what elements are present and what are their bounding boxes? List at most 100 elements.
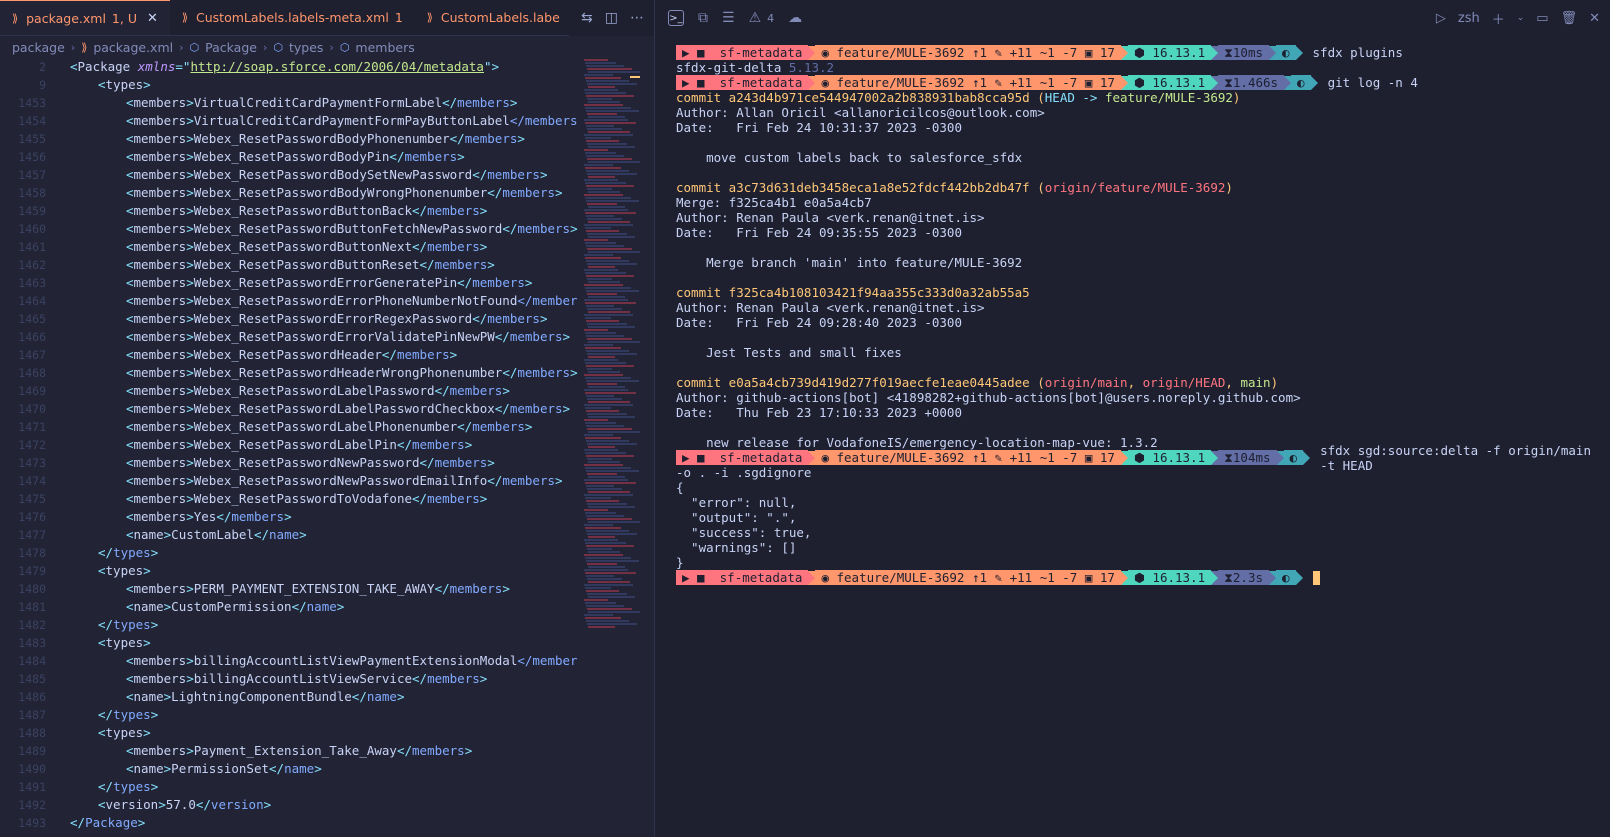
output-icon[interactable]: ⧉ [698, 10, 708, 26]
xml-equals: =" [175, 59, 191, 74]
code-line[interactable]: 1455 <members>Webex_ResetPasswordBodyPhon… [0, 130, 580, 148]
breadcrumb-item[interactable]: Package [205, 40, 257, 55]
code-line[interactable]: 1476 <members>Yes</members> [0, 508, 580, 526]
minimap[interactable] [580, 58, 642, 837]
minimap-line [584, 329, 608, 331]
code-line[interactable]: 1492 <version>57.0</version> [0, 796, 580, 814]
code-line[interactable]: 1473 <members>Webex_ResetPasswordNewPassw… [0, 454, 580, 472]
code-line[interactable]: 1491 </types> [0, 778, 580, 796]
code-line[interactable]: 1474 <members>Webex_ResetPasswordNewPassw… [0, 472, 580, 490]
code-line[interactable]: 1490 <name>PermissionSet</name> [0, 760, 580, 778]
shell-name[interactable]: zsh [1458, 11, 1480, 26]
code-line[interactable]: 1480 <members>PERM_PAYMENT_EXTENSION_TAKE… [0, 580, 580, 598]
code-line[interactable]: 1489 <members>Payment_Extension_Take_Away… [0, 742, 580, 760]
code-line[interactable]: 1468 <members>Webex_ResetPasswordHeaderWr… [0, 364, 580, 382]
line-source: <members>billingAccountListViewService</… [46, 670, 487, 688]
code-lines[interactable]: 2 <Package xmlns="http://soap.sforce.com/… [0, 58, 580, 832]
terminal-text: ) [1225, 180, 1233, 195]
chevron-down-icon[interactable]: ⌄ [1517, 13, 1525, 23]
code-line[interactable]: 1479 <types> [0, 562, 580, 580]
split-editor-icon[interactable]: ◫ [605, 10, 618, 26]
minimap-line [588, 281, 620, 283]
code-line[interactable]: 1484 <members>billingAccountListViewPayme… [0, 652, 580, 670]
code-line[interactable]: 1456 <members>Webex_ResetPasswordBodyPin<… [0, 148, 580, 166]
breadcrumb-item[interactable]: package [12, 40, 65, 55]
split-terminal-icon[interactable]: ▭ [1536, 11, 1548, 26]
line-source: <members>Webex_ResetPasswordBodyPhonenum… [46, 130, 525, 148]
code-line[interactable]: 1463 <members>Webex_ResetPasswordErrorGen… [0, 274, 580, 292]
minimap-line [585, 62, 616, 64]
minimap-line [584, 164, 613, 166]
terminal-output[interactable]: ▶ ■ sf-metadata ◉ feature/MULE-3692 ↑1 ✎ … [676, 45, 1606, 585]
code-line[interactable]: 1478 </types> [0, 544, 580, 562]
minimap-line [588, 476, 625, 478]
code-line[interactable]: 1466 <members>Webex_ResetPasswordErrorVal… [0, 328, 580, 346]
tab-customlabels-truncated[interactable]: ⟫ CustomLabels.labe [415, 0, 572, 35]
terminal-cursor[interactable] [1312, 570, 1320, 585]
compare-changes-icon[interactable]: ⇆ [581, 10, 593, 26]
code-line[interactable]: 1464 <members>Webex_ResetPasswordErrorPho… [0, 292, 580, 310]
breadcrumb-item[interactable]: package.xml [93, 40, 173, 55]
terminal-text: Date: Thu Feb 23 17:10:33 2023 +0000 [676, 405, 962, 420]
terminal-panel[interactable]: >_ ⧉ ☰ ⚠ 4 ☁ ▷ zsh ＋ ⌄ ▭ 🗑 ✕ ▶ ■ sf-meta… [656, 0, 1610, 837]
problems-icon[interactable]: ⚠ [749, 10, 762, 26]
xml-bracket: </ [195, 797, 211, 812]
breadcrumb-item[interactable]: members [355, 40, 414, 55]
debug-console-icon[interactable]: ☰ [722, 10, 735, 26]
xml-bracket: </ [494, 329, 510, 344]
code-line[interactable]: 1460 <members>Webex_ResetPasswordButtonFe… [0, 220, 580, 238]
code-line[interactable]: 1459 <members>Webex_ResetPasswordButtonBa… [0, 202, 580, 220]
code-line[interactable]: 1470 <members>Webex_ResetPasswordLabelPas… [0, 400, 580, 418]
code-line[interactable]: 1454 <members>VirtualCreditCardPaymentFor… [0, 112, 580, 130]
xml-bracket: > [299, 527, 307, 542]
code-line[interactable]: 1486 <name>LightningComponentBundle</name… [0, 688, 580, 706]
xml-close-tag-truncated: </member [517, 653, 578, 668]
code-line[interactable]: 1471 <members>Webex_ResetPasswordLabelPho… [0, 418, 580, 436]
code-line[interactable]: 1475 <members>Webex_ResetPasswordToVodafo… [0, 490, 580, 508]
xml-tag: members [472, 275, 525, 290]
code-line[interactable]: 1493 </Package> [0, 814, 580, 832]
code-line[interactable]: 1483 <types> [0, 634, 580, 652]
code-line[interactable]: 1461 <members>Webex_ResetPasswordButtonNe… [0, 238, 580, 256]
folder-icon: ▶ ■ [682, 450, 720, 465]
code-line[interactable]: 9 <types> [0, 76, 580, 94]
prompt-branch: feature/MULE-3692 ↑1 [836, 75, 988, 90]
code-line[interactable]: 1457 <members>Webex_ResetPasswordBodySetN… [0, 166, 580, 184]
code-line[interactable]: 1469 <members>Webex_ResetPasswordLabelPas… [0, 382, 580, 400]
code-line[interactable]: 1487 </types> [0, 706, 580, 724]
ports-icon[interactable]: ☁ [788, 10, 802, 26]
powerline-separator [808, 75, 816, 90]
terminal-prompt: ▶ ■ sf-metadata ◉ feature/MULE-3692 ↑1 ✎ … [676, 570, 1606, 585]
code-line[interactable]: 1465 <members>Webex_ResetPasswordErrorReg… [0, 310, 580, 328]
more-actions-icon[interactable]: ⋯ [630, 10, 644, 26]
code-line[interactable]: 1482 </types> [0, 616, 580, 634]
code-line[interactable]: 1485 <members>billingAccountListViewServi… [0, 670, 580, 688]
xml-value: Webex_ResetPasswordErrorValidatePinNewPW [193, 329, 495, 344]
terminal-icon[interactable]: >_ [668, 10, 684, 26]
minimap-line [585, 182, 626, 184]
tab-customlabels-meta[interactable]: ⟫ CustomLabels.labels-meta.xml 1 [170, 0, 415, 35]
code-line[interactable]: 2 <Package xmlns="http://soap.sforce.com/… [0, 58, 580, 76]
trash-icon[interactable]: 🗑 [1561, 11, 1578, 26]
code-line[interactable]: 1458 <members>Webex_ResetPasswordBodyWron… [0, 184, 580, 202]
code-editor[interactable]: ⟫ package.xml 1, U ✕ ⟫ CustomLabels.labe… [0, 0, 655, 837]
minimap-viewport[interactable] [630, 76, 640, 78]
minimap-line [585, 257, 621, 259]
tab-package-xml[interactable]: ⟫ package.xml 1, U ✕ [0, 0, 170, 35]
xml-bracket: > [143, 635, 151, 650]
code-line[interactable]: 1453 <members>VirtualCreditCardPaymentFor… [0, 94, 580, 112]
code-line[interactable]: 1488 <types> [0, 724, 580, 742]
xml-bracket: > [186, 131, 194, 146]
xml-url[interactable]: http://soap.sforce.com/2006/04/metadata [190, 59, 484, 74]
code-line[interactable]: 1481 <name>CustomPermission</name> [0, 598, 580, 616]
code-line[interactable]: 1472 <members>Webex_ResetPasswordLabelPin… [0, 436, 580, 454]
code-line[interactable]: 1477 <name>CustomLabel</name> [0, 526, 580, 544]
code-line[interactable]: 1462 <members>Webex_ResetPasswordButtonRe… [0, 256, 580, 274]
new-terminal-icon[interactable]: ＋ [1492, 9, 1505, 28]
xml-tag: types [113, 779, 151, 794]
minimap-line [587, 383, 617, 385]
close-panel-icon[interactable]: ✕ [1589, 11, 1600, 26]
code-line[interactable]: 1467 <members>Webex_ResetPasswordHeader</… [0, 346, 580, 364]
breadcrumb-item[interactable]: types [289, 40, 323, 55]
close-icon[interactable]: ✕ [147, 11, 158, 26]
